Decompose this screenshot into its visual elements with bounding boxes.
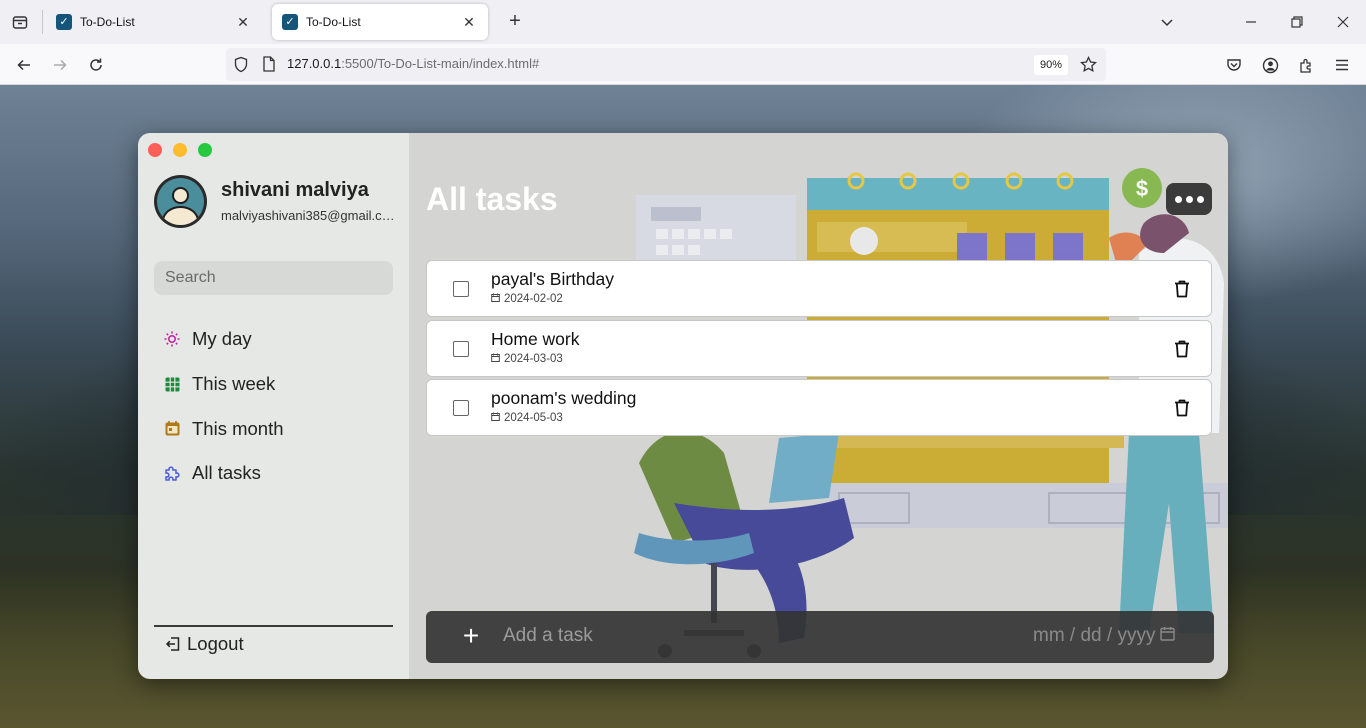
tab-title: To-Do-List <box>306 15 361 29</box>
sidebar-item-label: My day <box>192 328 252 350</box>
add-task-input[interactable]: Add a task <box>503 625 593 647</box>
task-date: 2024-05-03 <box>491 412 563 424</box>
shield-icon[interactable] <box>233 56 249 78</box>
todo-app-window: shivani malviya malviyashivani385@gmail.… <box>138 133 1228 679</box>
task-checkbox[interactable] <box>453 281 469 297</box>
task-date-text: 2024-02-02 <box>504 293 563 305</box>
task-row: poonam's wedding 2024-05-03 <box>426 379 1212 436</box>
page-icon[interactable] <box>262 56 276 77</box>
task-row: Home work 2024-03-03 <box>426 319 1212 377</box>
task-date-text: 2024-05-03 <box>504 412 563 424</box>
logout-icon <box>164 635 182 653</box>
close-dot-icon[interactable] <box>148 143 162 157</box>
minimize-dot-icon[interactable] <box>173 143 187 157</box>
url-text: 127.0.0.1:5500/To-Do-List-main/index.htm… <box>287 56 539 71</box>
puzzle-icon <box>162 463 182 483</box>
sidebar-item-label: All tasks <box>192 462 261 484</box>
sidebar-nav: My day This week This month All tasks <box>162 317 284 496</box>
maximize-dot-icon[interactable] <box>198 143 212 157</box>
calendar-picker-icon[interactable] <box>1160 625 1176 647</box>
task-title: poonam's wedding <box>491 388 637 408</box>
search-input[interactable]: Search <box>154 261 393 295</box>
calendar-icon <box>162 419 182 439</box>
bookmark-star-icon[interactable] <box>1080 55 1097 78</box>
svg-text:$: $ <box>1136 176 1148 201</box>
account-icon[interactable] <box>1257 52 1283 78</box>
logout-label: Logout <box>187 633 244 654</box>
task-row: payal's Birthday 2024-02-02 <box>426 260 1212 317</box>
logout-button[interactable]: Logout <box>164 633 244 655</box>
browser-tab-1[interactable]: ✓ To-Do-List ✕ <box>46 4 262 40</box>
calendar-small-icon <box>491 353 500 365</box>
avatar <box>154 175 207 228</box>
due-date-input[interactable]: mm / dd / yyyy <box>1033 625 1176 647</box>
url-host: 127.0.0.1 <box>287 56 342 71</box>
sidebar-item-label: This week <box>192 373 276 395</box>
back-arrow-icon[interactable] <box>11 52 37 78</box>
tab-title: To-Do-List <box>80 15 135 29</box>
user-profile: shivani malviya malviyashivani385@gmail.… <box>154 175 396 231</box>
task-date: 2024-02-02 <box>491 293 563 305</box>
tab-close-icon[interactable]: ✕ <box>234 13 252 31</box>
user-name: shivani malviya <box>221 179 369 201</box>
more-options-icon[interactable] <box>1166 183 1212 215</box>
add-task-bar: + Add a task mm / dd / yyyy <box>426 611 1214 663</box>
task-checkbox[interactable] <box>453 400 469 416</box>
plus-icon[interactable]: + <box>462 622 480 650</box>
task-title: Home work <box>491 328 580 349</box>
trash-icon[interactable] <box>1173 398 1191 418</box>
url-path: :5500/To-Do-List-main/index.html# <box>341 56 540 71</box>
zoom-level-badge[interactable]: 90% <box>1034 55 1068 75</box>
sidebar-item-my-day[interactable]: My day <box>162 317 284 362</box>
checkmark-favicon-icon: ✓ <box>282 14 298 30</box>
restore-icon[interactable] <box>1285 10 1309 34</box>
user-email: malviyashivani385@gmail.com <box>221 208 396 223</box>
browser-tab-2[interactable]: ✓ To-Do-List ✕ <box>272 4 488 40</box>
sidebar: shivani malviya malviyashivani385@gmail.… <box>138 133 409 679</box>
tab-separator <box>42 10 43 34</box>
extensions-icon[interactable] <box>1293 52 1319 78</box>
browser-tab-bar: ✓ To-Do-List ✕ ✓ To-Do-List ✕ + <box>0 0 1366 44</box>
tab-close-icon[interactable]: ✕ <box>460 13 478 31</box>
page-title: All tasks <box>426 181 558 217</box>
sidebar-item-this-month[interactable]: This month <box>162 406 284 451</box>
task-title: payal's Birthday <box>491 269 614 289</box>
trash-icon[interactable] <box>1173 339 1191 359</box>
sidebar-item-this-week[interactable]: This week <box>162 362 284 407</box>
close-window-icon[interactable] <box>1331 10 1355 34</box>
task-date-text: 2024-03-03 <box>504 352 563 365</box>
browser-nav-bar: 127.0.0.1:5500/To-Do-List-main/index.htm… <box>0 44 1366 85</box>
trash-icon[interactable] <box>1173 279 1191 299</box>
reload-icon[interactable] <box>83 52 109 78</box>
minimize-icon[interactable] <box>1239 10 1263 34</box>
calendar-small-icon <box>491 412 500 424</box>
tab-list-icon[interactable] <box>8 10 32 34</box>
pocket-icon[interactable] <box>1221 52 1247 78</box>
forward-arrow-icon[interactable] <box>47 52 73 78</box>
window-controls <box>148 143 212 157</box>
url-bar[interactable]: 127.0.0.1:5500/To-Do-List-main/index.htm… <box>226 48 1106 81</box>
task-checkbox[interactable] <box>453 340 469 357</box>
hamburger-menu-icon[interactable] <box>1329 52 1355 78</box>
task-date: 2024-03-03 <box>491 353 563 365</box>
date-placeholder: mm / dd / yyyy <box>1033 625 1156 646</box>
task-list: payal's Birthday 2024-02-02 Home work 20… <box>426 260 1212 439</box>
calendar-small-icon <box>491 293 500 305</box>
sidebar-item-all-tasks[interactable]: All tasks <box>162 451 284 496</box>
sidebar-item-label: This month <box>192 417 284 439</box>
checkmark-favicon-icon: ✓ <box>56 14 72 30</box>
new-tab-icon[interactable]: + <box>503 10 527 34</box>
list-all-tabs-chevron-icon[interactable] <box>1155 10 1179 34</box>
sun-icon <box>162 329 182 349</box>
main-panel: $ All tasks payal's Birthday 2024-02-02 … <box>409 133 1228 679</box>
grid-calendar-icon <box>162 374 182 394</box>
divider <box>154 625 393 627</box>
